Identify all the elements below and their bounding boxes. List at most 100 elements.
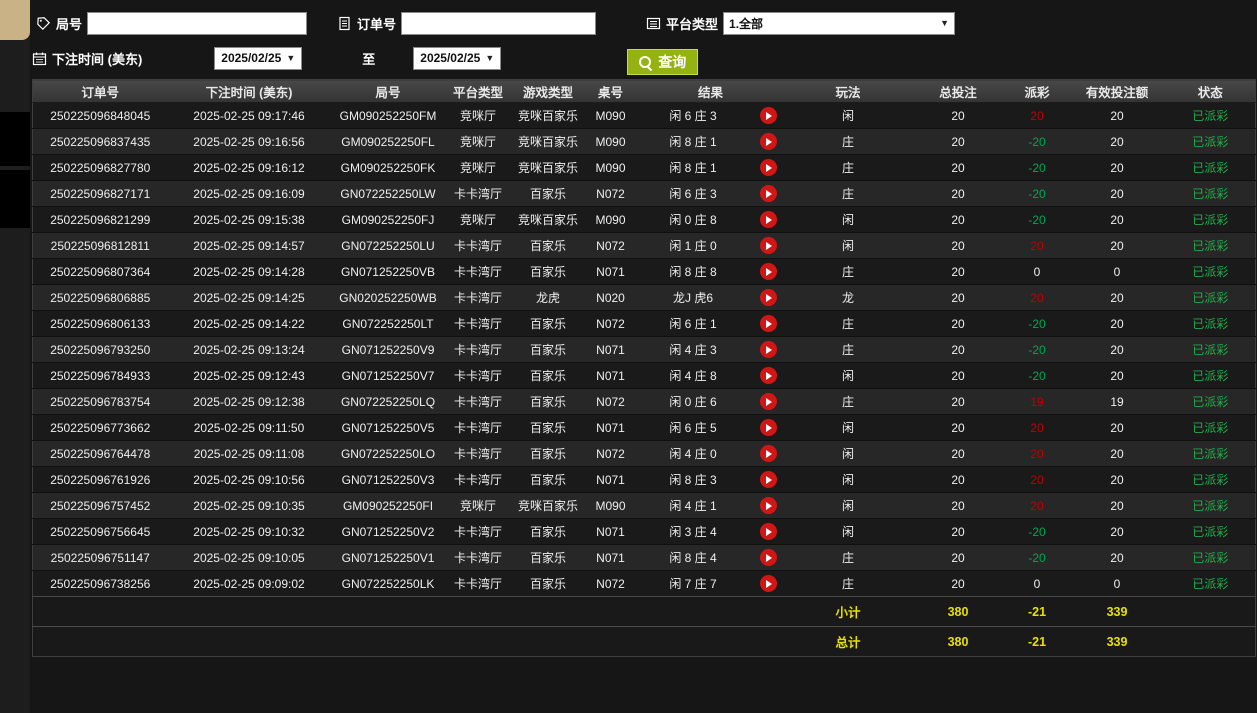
order-filter-label: 订单号	[357, 16, 397, 32]
col-header-round-id: 局号	[330, 79, 446, 103]
platform-selected-value: 1.全部	[729, 16, 764, 31]
platform-select[interactable]: 1.全部 ▼	[723, 11, 956, 35]
replay-button[interactable]	[759, 315, 777, 332]
table-row[interactable]: 250225096756645 2025-02-25 09:10:32 GN07…	[32, 518, 1256, 545]
cell-round-id: GN071252250V7	[341, 368, 435, 383]
cell-game-type: 竞咪百家乐	[517, 213, 578, 227]
cell-round-id: GN072252250LU	[341, 238, 435, 253]
sidebar-collapsed-tab[interactable]	[0, 0, 30, 40]
replay-button[interactable]	[759, 549, 777, 566]
replay-button[interactable]	[759, 341, 777, 358]
magnifier-icon	[639, 55, 652, 69]
app-window: 局号 订单号 平台类型 1.全部 ▼ 下注时间 (美东) 2025/02/25 …	[0, 0, 1257, 713]
table-row[interactable]: 250225096827171 2025-02-25 09:16:09 GN07…	[32, 180, 1256, 207]
replay-button[interactable]	[759, 367, 777, 384]
table-row[interactable]: 250225096793250 2025-02-25 09:13:24 GN07…	[32, 336, 1256, 363]
cell-game-type: 百家乐	[529, 343, 566, 357]
table-row[interactable]: 250225096806885 2025-02-25 09:14:25 GN02…	[32, 284, 1256, 311]
order-input[interactable]	[401, 11, 597, 35]
replay-button[interactable]	[759, 523, 777, 540]
table-row[interactable]: 250225096806133 2025-02-25 09:14:22 GN07…	[32, 310, 1256, 337]
play-icon	[766, 241, 772, 250]
cell-valid-bet: 20	[1110, 342, 1124, 357]
table-row[interactable]: 250225096812811 2025-02-25 09:14:57 GN07…	[32, 232, 1256, 259]
total-spacer	[32, 626, 786, 657]
cell-replay	[751, 311, 786, 337]
cell-round-id: GM090252250FL	[341, 134, 435, 149]
replay-button[interactable]	[759, 107, 777, 124]
table-row[interactable]: 250225096807364 2025-02-25 09:14:28 GN07…	[32, 258, 1256, 285]
table-row[interactable]: 250225096827780 2025-02-25 09:16:12 GM09…	[32, 154, 1256, 181]
cell-play-method: 闲	[842, 499, 855, 513]
cell-bet-time: 2025-02-25 09:17:46	[193, 108, 305, 123]
cell-valid-bet: 20	[1110, 316, 1124, 331]
replay-button[interactable]	[759, 289, 777, 306]
total-payout: -21	[1005, 626, 1069, 657]
cell-bet-time: 2025-02-25 09:12:38	[193, 394, 305, 409]
table-row[interactable]: 250225096738256 2025-02-25 09:09:02 GN07…	[32, 570, 1256, 597]
cell-valid-bet: 20	[1110, 368, 1124, 383]
cell-order-id: 250225096773662	[50, 420, 151, 435]
play-icon	[766, 501, 772, 510]
cell-round-id: GM090252250FK	[340, 160, 436, 175]
filter-row-1: 局号 订单号 平台类型 1.全部 ▼	[30, 9, 1257, 37]
replay-button[interactable]	[759, 497, 777, 514]
cell-status: 已派彩	[1192, 161, 1229, 175]
cell-result: 闲 8 庄 3	[669, 473, 717, 487]
date-to-picker[interactable]: 2025/02/25 ▼	[413, 46, 502, 70]
table-row[interactable]: 250225096751147 2025-02-25 09:10:05 GN07…	[32, 544, 1256, 571]
cell-table-no: M090	[595, 212, 626, 227]
replay-button[interactable]	[759, 133, 777, 150]
cell-table-no: N071	[596, 550, 625, 565]
table-row[interactable]: 250225096821299 2025-02-25 09:15:38 GM09…	[32, 206, 1256, 233]
replay-button[interactable]	[759, 393, 777, 410]
date-from-picker[interactable]: 2025/02/25 ▼	[214, 46, 303, 70]
table-row[interactable]: 250225096837435 2025-02-25 09:16:56 GM09…	[32, 128, 1256, 155]
replay-button[interactable]	[759, 211, 777, 228]
table-row[interactable]: 250225096783754 2025-02-25 09:12:38 GN07…	[32, 388, 1256, 415]
cell-status: 已派彩	[1192, 239, 1229, 253]
cell-round-id: GN071252250V2	[341, 524, 435, 539]
cell-status: 已派彩	[1192, 135, 1229, 149]
cell-payout: 0	[1033, 576, 1041, 591]
cell-table-no: M090	[595, 498, 626, 513]
replay-button[interactable]	[759, 185, 777, 202]
cell-status: 已派彩	[1192, 421, 1229, 435]
replay-button[interactable]	[759, 575, 777, 592]
cell-valid-bet: 20	[1110, 212, 1124, 227]
round-input[interactable]	[87, 11, 308, 35]
replay-button[interactable]	[759, 159, 777, 176]
table-row[interactable]: 250225096784933 2025-02-25 09:12:43 GN07…	[32, 362, 1256, 389]
query-button[interactable]: 查询	[627, 49, 699, 75]
col-header-order-id: 订单号	[32, 79, 168, 103]
cell-play-method: 闲	[842, 447, 855, 461]
replay-button[interactable]	[759, 419, 777, 436]
col-header-platform: 平台类型	[445, 79, 511, 103]
cell-order-id: 250225096807364	[50, 264, 151, 279]
play-icon	[766, 293, 772, 302]
cell-payout: 20	[1030, 472, 1044, 487]
replay-button[interactable]	[759, 445, 777, 462]
table-row[interactable]: 250225096773662 2025-02-25 09:11:50 GN07…	[32, 414, 1256, 441]
replay-button[interactable]	[759, 471, 777, 488]
bet-time-filter-label: 下注时间 (美东)	[52, 51, 143, 67]
table-row[interactable]: 250225096757452 2025-02-25 09:10:35 GM09…	[32, 492, 1256, 519]
replay-button[interactable]	[759, 263, 777, 280]
table-row[interactable]: 250225096761926 2025-02-25 09:10:56 GN07…	[32, 466, 1256, 493]
table-row[interactable]: 250225096848045 2025-02-25 09:17:46 GM09…	[32, 102, 1256, 129]
cell-result: 闲 7 庄 7	[669, 577, 717, 591]
cell-play-method: 闲	[842, 473, 855, 487]
cell-status: 已派彩	[1192, 187, 1229, 201]
cell-total-bet: 20	[951, 160, 965, 175]
table-row[interactable]: 250225096764478 2025-02-25 09:11:08 GN07…	[32, 440, 1256, 467]
col-header-table-no: 桌号	[585, 79, 636, 103]
cell-result: 闲 4 庄 1	[669, 499, 717, 513]
replay-button[interactable]	[759, 237, 777, 254]
cell-replay	[751, 259, 786, 285]
cell-total-bet: 20	[951, 134, 965, 149]
cell-payout: -20	[1028, 316, 1046, 331]
platform-filter-label: 平台类型	[666, 16, 719, 32]
cell-platform: 卡卡湾厅	[453, 395, 502, 409]
cell-total-bet: 20	[951, 264, 965, 279]
cell-play-method: 庄	[842, 161, 855, 175]
